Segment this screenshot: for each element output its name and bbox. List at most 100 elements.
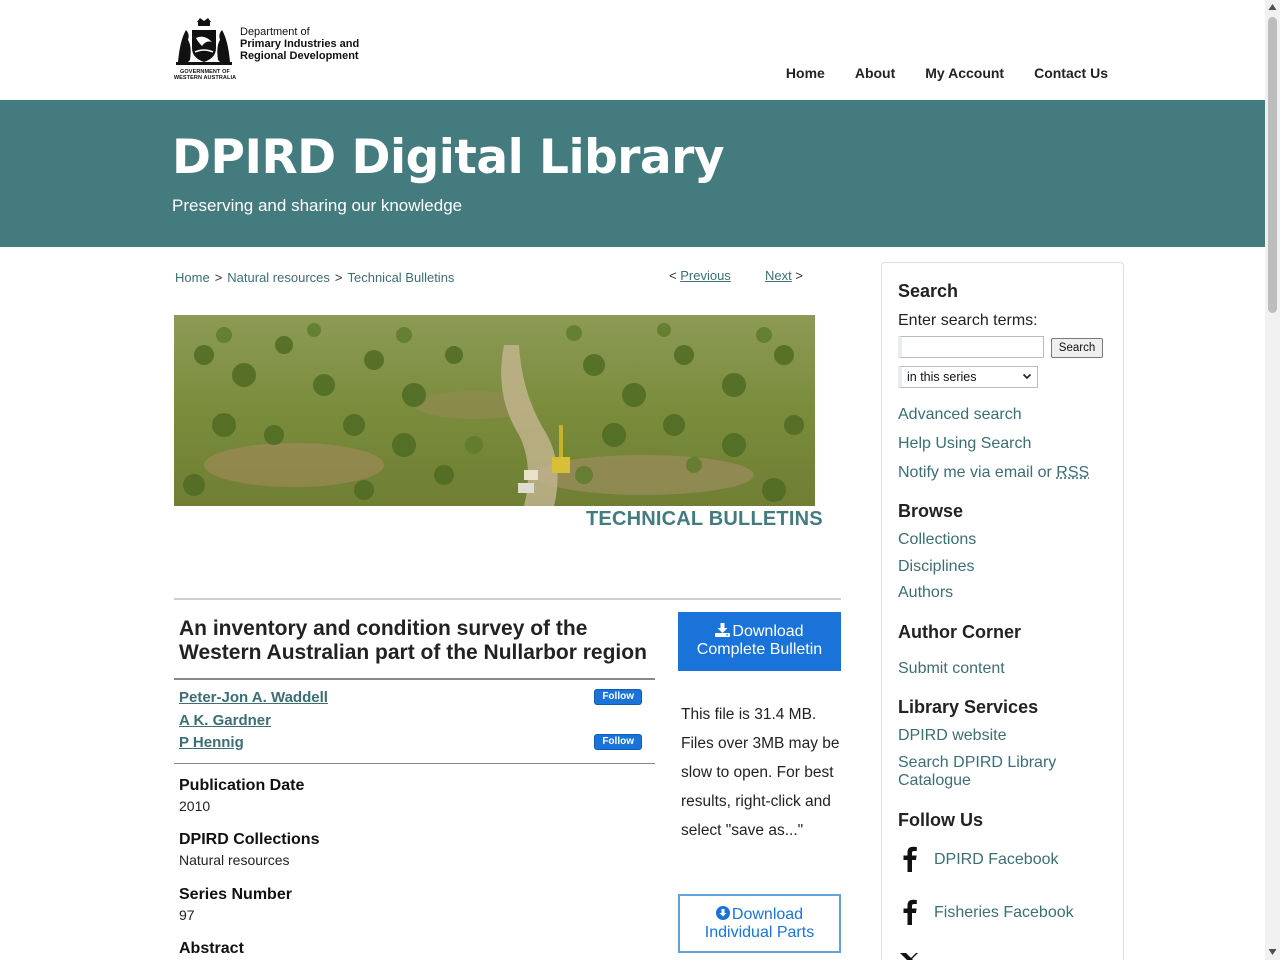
dpird-website-link[interactable]: DPIRD website (898, 727, 1006, 745)
download-parts-line2: Individual Parts (705, 924, 814, 941)
next-arrow: > (795, 268, 803, 283)
series-number: Series Number 97 (179, 886, 292, 923)
follow-us-heading: Follow Us (898, 810, 983, 831)
scrollbar-thumb[interactable] (1268, 17, 1277, 313)
author-row: Peter-Jon A. Waddell Follow (179, 689, 644, 712)
follow-button[interactable]: Follow (594, 689, 642, 705)
pager-previous: < Previous (669, 268, 731, 283)
download-complete-line1: Download (732, 623, 803, 640)
rss-link[interactable]: RSS (1056, 464, 1089, 481)
chevron-down-icon (1021, 370, 1033, 382)
author-link[interactable]: P Hennig (179, 734, 244, 751)
previous-link[interactable]: Previous (680, 268, 731, 283)
meta-label: Abstract (179, 940, 244, 958)
search-scope-select[interactable]: in this series (898, 366, 1038, 388)
download-complete-button[interactable]: Download Complete Bulletin (678, 612, 841, 671)
meta-label: Series Number (179, 886, 292, 904)
browse-heading: Browse (898, 501, 963, 522)
file-size-note: This file is 31.4 MB. Files over 3MB may… (681, 700, 843, 845)
facebook-icon (898, 899, 922, 925)
download-complete-line2: Complete Bulletin (697, 641, 822, 658)
site-title[interactable]: DPIRD Digital Library (172, 130, 724, 185)
dept-line-1: Department of (240, 26, 359, 38)
dpird-collections: DPIRD Collections Natural resources (179, 831, 319, 868)
meta-value: Natural resources (179, 852, 319, 868)
author-row: P Hennig Follow (179, 734, 644, 757)
author-link[interactable]: A K. Gardner (179, 712, 271, 729)
submit-content-link[interactable]: Submit content (898, 660, 1005, 678)
help-search-link[interactable]: Help Using Search (898, 435, 1031, 453)
scroll-down-arrow-icon[interactable] (1268, 948, 1277, 956)
notify-link[interactable]: Notify me via email or RSS (898, 464, 1089, 482)
meta-value: 2010 (179, 798, 304, 814)
breadcrumb-separator: > (335, 270, 343, 285)
scroll-up-arrow-icon[interactable] (1268, 3, 1277, 11)
fisheries-facebook-link[interactable]: Fisheries Facebook (898, 899, 1118, 927)
publication-date: Publication Date 2010 (179, 777, 304, 814)
nav-about[interactable]: About (855, 65, 895, 81)
author-link[interactable]: Peter-Jon A. Waddell (179, 689, 328, 706)
browse-disciplines[interactable]: Disciplines (898, 558, 974, 576)
breadcrumb-separator: > (215, 270, 223, 285)
site-banner: DPIRD Digital Library Preserving and sha… (0, 100, 1265, 247)
series-banner-image[interactable] (174, 315, 815, 506)
article-title: An inventory and condition survey of the… (179, 617, 649, 665)
download-parts-button[interactable]: Download Individual Parts (678, 894, 841, 953)
nav-contact-us[interactable]: Contact Us (1034, 65, 1108, 81)
author-list: Peter-Jon A. Waddell Follow A K. Gardner… (179, 689, 644, 757)
search-input[interactable] (898, 336, 1044, 358)
author-row: A K. Gardner (179, 712, 644, 735)
nav-home[interactable]: Home (786, 65, 825, 81)
site-tagline: Preserving and sharing our knowledge (172, 196, 462, 216)
meta-value: 97 (179, 907, 292, 923)
government-label: GOVERNMENT OF WESTERN AUSTRALIA (172, 69, 238, 81)
dpird-facebook-link[interactable]: DPIRD Facebook (898, 846, 1118, 874)
library-catalogue-link[interactable]: Search DPIRD Library Catalogue (898, 754, 1056, 790)
arrow-circle-down-icon (716, 906, 730, 920)
site-header: Department of Primary Industries and Reg… (0, 0, 1265, 100)
advanced-search-link[interactable]: Advanced search (898, 406, 1022, 424)
social-label: DPIRD Facebook (934, 851, 1059, 869)
sidebar: Search Enter search terms: Search in thi… (881, 262, 1124, 960)
social-label: Fisheries Facebook (934, 904, 1074, 922)
notify-label: Notify me via email or (898, 464, 1056, 481)
catalogue-line1: Search DPIRD Library (898, 754, 1056, 771)
meta-label: DPIRD Collections (179, 831, 319, 849)
follow-button[interactable]: Follow (594, 734, 642, 750)
dept-line-2: Primary Industries and (240, 38, 359, 50)
divider (174, 598, 841, 600)
x-twitter-icon[interactable] (898, 953, 920, 960)
search-button[interactable]: Search (1051, 338, 1103, 358)
breadcrumb: Home > Natural resources > Technical Bul… (175, 270, 454, 285)
pager-next: Next > (765, 268, 803, 283)
download-icon (715, 623, 730, 637)
nav-my-account[interactable]: My Account (925, 65, 1004, 81)
search-scope-value: in this series (907, 370, 976, 384)
dpird-logo[interactable]: Department of Primary Industries and Reg… (172, 16, 367, 84)
page-scrollbar[interactable] (1265, 0, 1280, 960)
department-name: Department of Primary Industries and Reg… (240, 26, 359, 62)
next-link[interactable]: Next (765, 268, 792, 283)
breadcrumb-technical-bulletins[interactable]: Technical Bulletins (347, 270, 454, 285)
series-caption[interactable]: TECHNICAL BULLETINS (586, 508, 823, 531)
search-prompt: Enter search terms: (898, 312, 1038, 330)
previous-arrow: < (669, 268, 677, 283)
library-services-heading: Library Services (898, 697, 1038, 718)
facebook-icon (898, 846, 922, 872)
breadcrumb-home[interactable]: Home (175, 270, 210, 285)
breadcrumb-natural-resources[interactable]: Natural resources (227, 270, 330, 285)
catalogue-line2: Catalogue (898, 772, 971, 789)
author-corner-heading: Author Corner (898, 622, 1021, 643)
dept-line-3: Regional Development (240, 50, 359, 62)
divider (174, 678, 655, 680)
main-navigation: Home About My Account Contact Us (786, 65, 1108, 81)
divider (174, 763, 655, 764)
browse-authors[interactable]: Authors (898, 584, 953, 602)
aerial-landscape-image (174, 315, 815, 506)
meta-label: Publication Date (179, 777, 304, 795)
browse-collections[interactable]: Collections (898, 531, 976, 549)
search-heading: Search (898, 281, 958, 302)
abstract: Abstract (179, 940, 244, 958)
gov-line-2: WESTERN AUSTRALIA (172, 75, 238, 81)
download-parts-line1: Download (732, 906, 803, 923)
